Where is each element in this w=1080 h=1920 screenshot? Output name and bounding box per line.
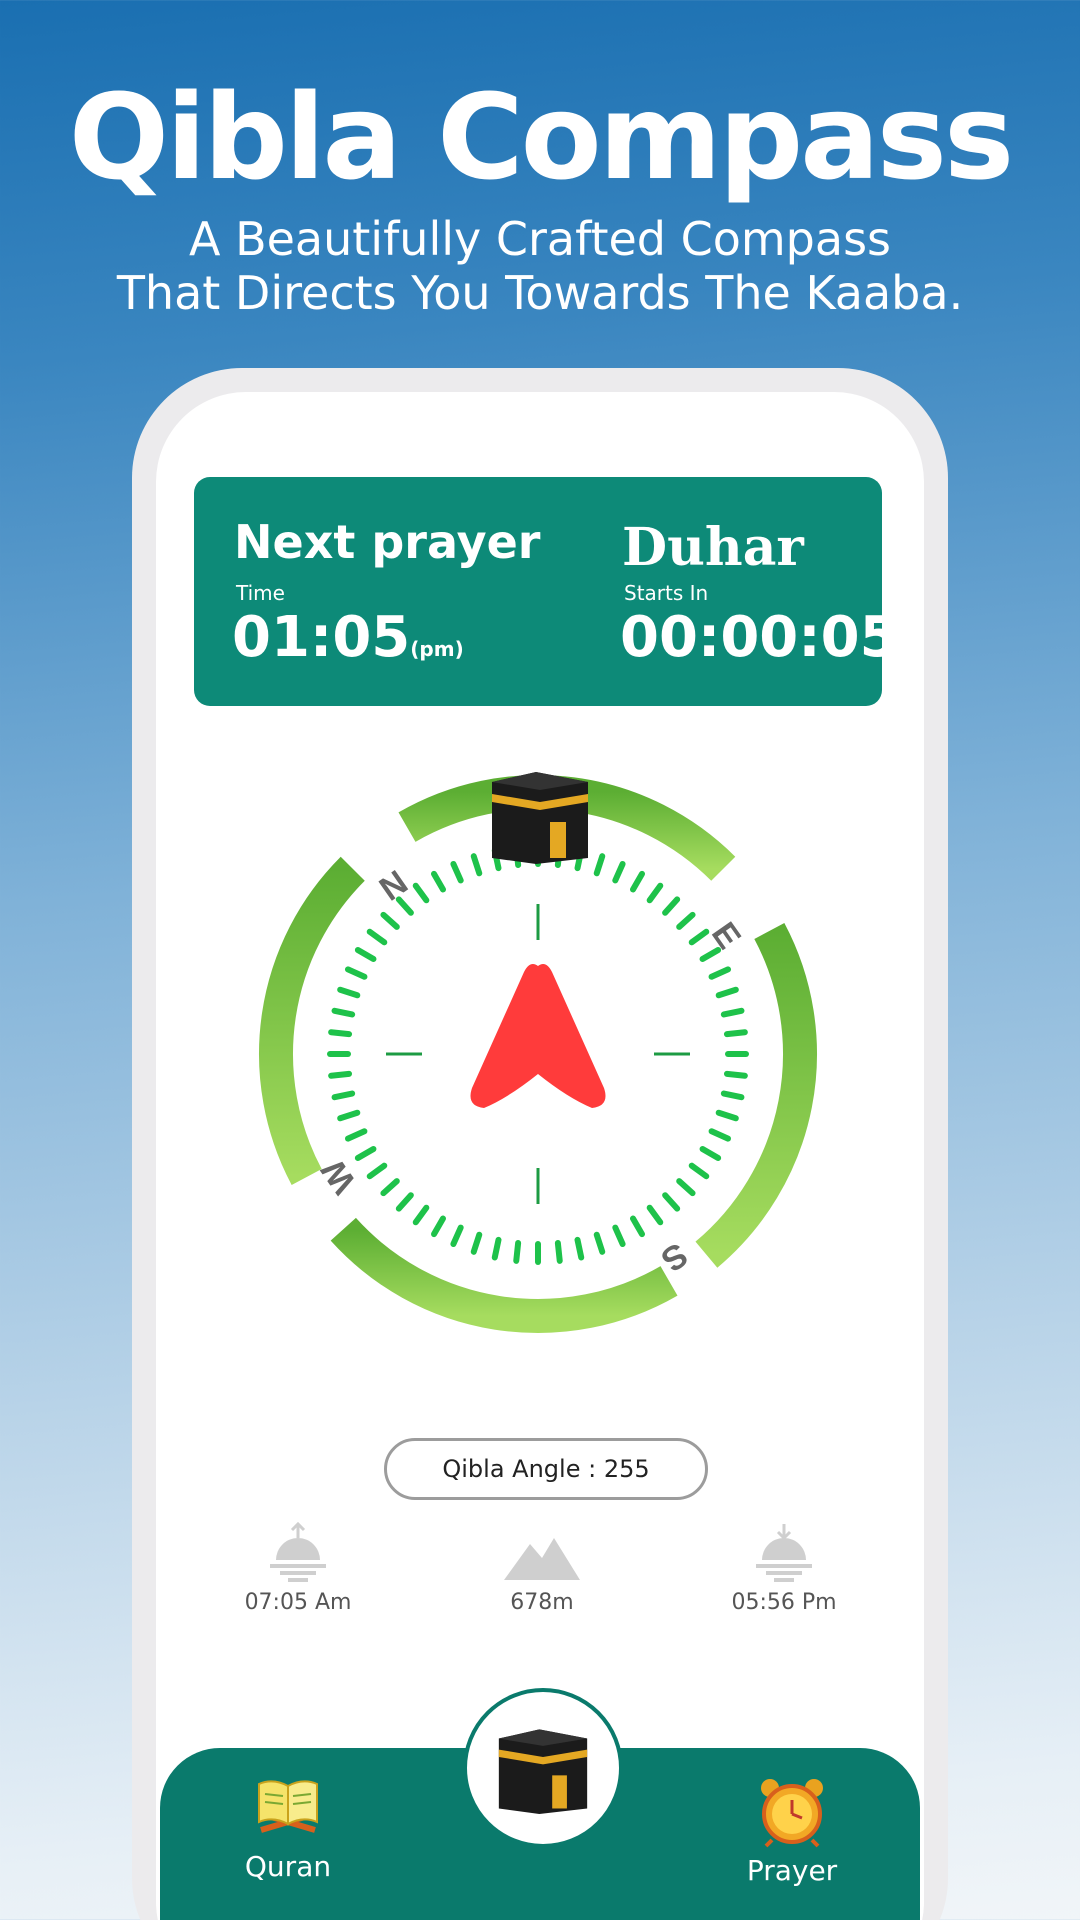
qibla-center-button[interactable] <box>463 1688 623 1848</box>
compass-tick <box>366 1162 388 1180</box>
compass-tick <box>646 882 664 904</box>
compass-tick <box>470 1231 483 1255</box>
compass-tick <box>328 1070 353 1079</box>
compass-tick <box>380 911 400 930</box>
compass-tick <box>395 1192 414 1212</box>
compass-tick <box>720 1090 745 1101</box>
sunrise-icon <box>270 1522 326 1582</box>
compass-tick <box>450 860 464 884</box>
compass-tick <box>612 860 626 884</box>
compass-tick <box>723 1070 748 1079</box>
compass-tick <box>612 1224 626 1248</box>
nav-item-quran[interactable]: Quran <box>208 1774 368 1883</box>
compass-tick <box>331 1090 356 1101</box>
compass-tick <box>630 1215 645 1238</box>
compass-tick <box>646 1204 664 1226</box>
book-icon <box>258 1780 318 1833</box>
compass-tick <box>344 1128 368 1142</box>
compass-tick <box>337 986 361 999</box>
compass-ring-segment <box>695 923 817 1268</box>
qibla-angle-badge: Qibla Angle : 255 <box>384 1438 708 1500</box>
compass-tick <box>331 1007 356 1018</box>
compass-tick <box>662 896 681 916</box>
compass-ring-segment <box>259 856 365 1185</box>
compass-tick <box>450 1224 464 1248</box>
prayer-time-value: 01:05 <box>232 605 411 670</box>
next-prayer-heading: Next prayer <box>234 515 541 569</box>
direction-needle <box>470 964 606 1108</box>
sunrise-stat: 07:05 Am <box>198 1522 398 1615</box>
compass-graphic: N E S W <box>259 772 817 1333</box>
next-prayer-card: Next prayer Time 01:05(pm) Duhar Starts … <box>194 477 899 706</box>
altitude-value: 678m <box>510 1590 574 1615</box>
compass-tick <box>715 986 739 999</box>
nav-label-prayer: Prayer <box>746 1854 838 1887</box>
compass-tick <box>630 870 645 893</box>
qibla-compass[interactable]: N E S W <box>248 762 828 1382</box>
north-label: N <box>373 863 415 908</box>
east-label: E <box>704 916 748 956</box>
time-label: Time <box>236 581 285 605</box>
starts-in-label: Starts In <box>624 581 709 605</box>
hero-title: Qibla Compass <box>68 68 1015 206</box>
prayer-time-suffix: (pm) <box>410 637 464 661</box>
compass-tick <box>431 1215 446 1238</box>
compass-tick <box>354 947 377 962</box>
prayer-name: Duhar <box>622 517 804 578</box>
prayer-time: 01:05(pm) <box>232 605 464 670</box>
mountain-icon <box>504 1538 580 1580</box>
compass-tick <box>412 1204 430 1226</box>
compass-tick <box>380 1178 400 1197</box>
compass-tick <box>662 1192 681 1212</box>
hero-subtitle-line1: A Beautifully Crafted Compass <box>188 212 892 266</box>
compass-tick <box>412 882 430 904</box>
sunrise-time: 07:05 Am <box>244 1590 352 1615</box>
compass-tick <box>431 870 446 893</box>
nav-label-quran: Quran <box>244 1850 332 1883</box>
compass-tick <box>708 966 732 980</box>
sunset-icon <box>756 1524 812 1582</box>
compass-tick <box>593 853 606 877</box>
phone-frame: Next prayer Time 01:05(pm) Duhar Starts … <box>132 368 948 1920</box>
altitude-stat: 678m <box>442 1522 642 1615</box>
alarm-clock-icon <box>761 1779 823 1848</box>
compass-tick <box>470 853 483 877</box>
compass-tick <box>328 1029 353 1038</box>
prayer-countdown: 00:00:05 <box>620 605 899 670</box>
sunset-stat: 05:56 Pm <box>684 1522 884 1615</box>
sunset-time: 05:56 Pm <box>731 1590 837 1615</box>
compass-tick <box>708 1128 732 1142</box>
compass-tick <box>366 928 388 946</box>
compass-tick <box>491 1236 502 1261</box>
compass-tick <box>676 911 696 930</box>
compass-tick <box>337 1109 361 1122</box>
compass-tick <box>688 1162 710 1180</box>
compass-tick <box>513 1239 522 1264</box>
compass-tick <box>723 1029 748 1038</box>
nav-item-prayer[interactable]: Prayer <box>712 1774 872 1887</box>
compass-tick <box>554 1239 563 1264</box>
compass-tick <box>354 1146 377 1161</box>
compass-tick <box>720 1007 745 1018</box>
kaaba-icon <box>492 772 588 864</box>
compass-tick <box>574 1236 585 1261</box>
compass-tick <box>593 1231 606 1255</box>
kaaba-icon <box>498 1729 588 1814</box>
compass-tick <box>344 966 368 980</box>
compass-tick <box>676 1178 696 1197</box>
hero-subtitle: A Beautifully Crafted Compass That Direc… <box>0 212 1080 320</box>
hero-subtitle-line2: That Directs You Towards The Kaaba. <box>116 266 964 320</box>
compass-tick <box>699 1146 722 1161</box>
phone-screen: Next prayer Time 01:05(pm) Duhar Starts … <box>156 392 924 1920</box>
compass-tick <box>715 1109 739 1122</box>
